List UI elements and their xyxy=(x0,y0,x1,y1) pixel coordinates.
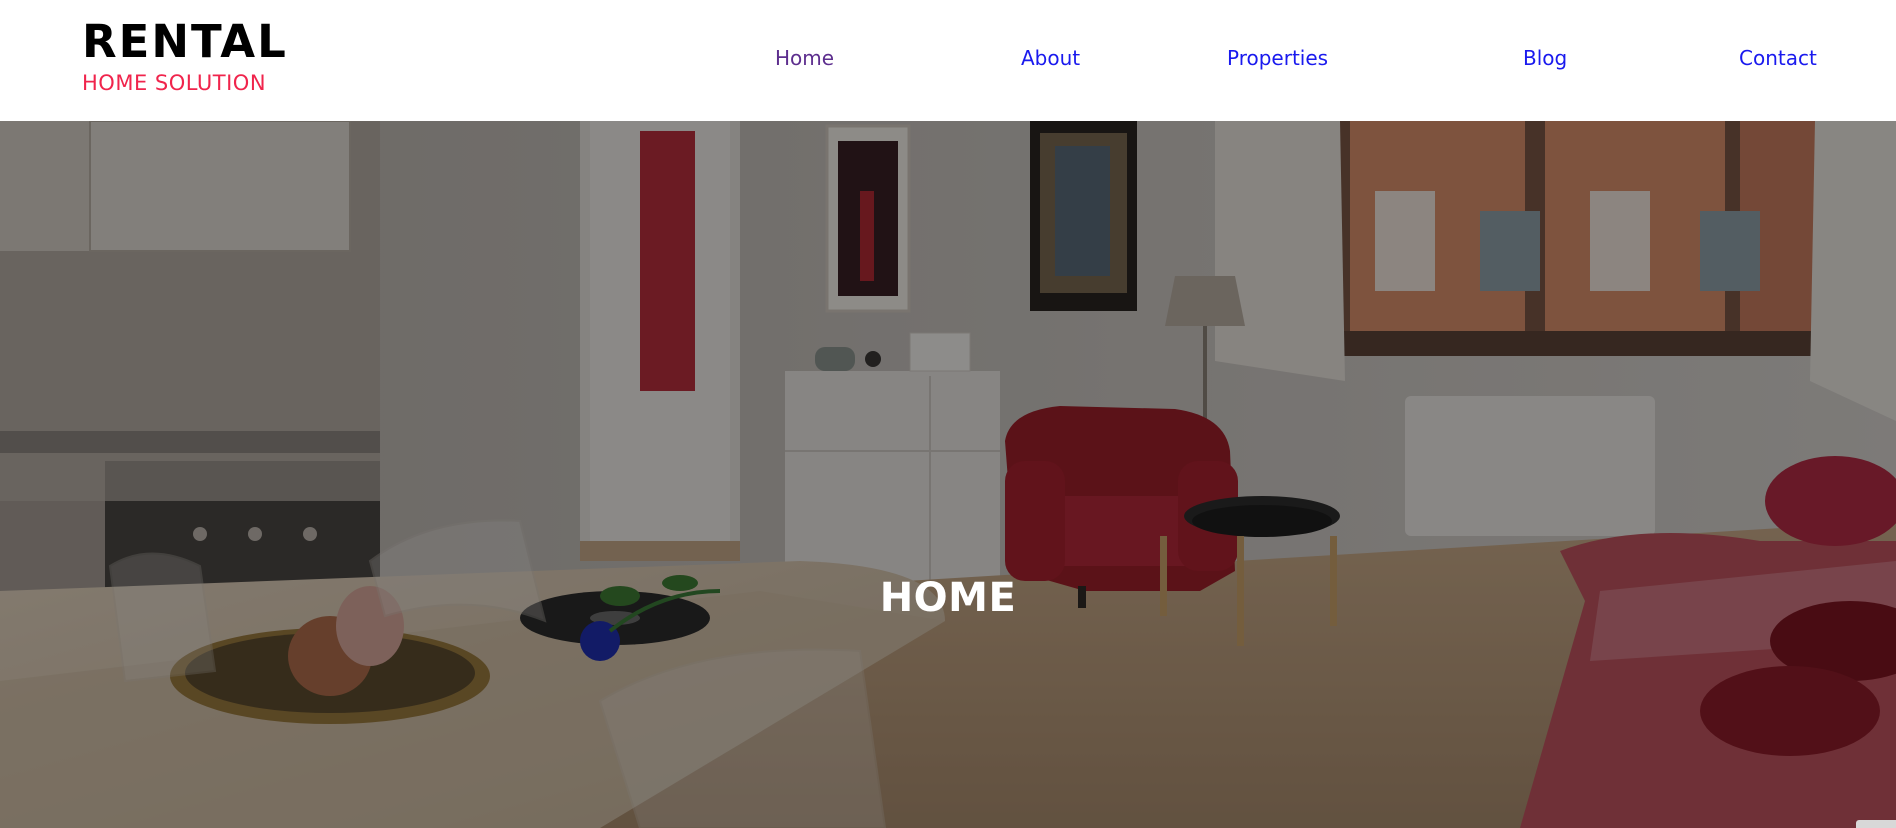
nav-contact-link[interactable]: Contact xyxy=(1739,45,1817,71)
nav-blog-link[interactable]: Blog xyxy=(1523,45,1567,71)
scroll-to-top-button[interactable] xyxy=(1856,820,1896,828)
nav-about-link[interactable]: About xyxy=(1021,45,1080,71)
nav-home-link[interactable]: Home xyxy=(775,45,834,71)
site-header: RENTAL HOME SOLUTION Home About Properti… xyxy=(0,0,1896,121)
logo-title: RENTAL xyxy=(82,15,288,68)
hero-title: HOME xyxy=(879,575,1017,621)
logo-subtitle: HOME SOLUTION xyxy=(82,71,267,95)
site-logo[interactable]: RENTAL HOME SOLUTION xyxy=(82,18,288,96)
nav-properties-link[interactable]: Properties xyxy=(1227,45,1328,71)
hero-background-image xyxy=(0,121,1896,828)
hero-banner: HOME xyxy=(0,121,1896,828)
